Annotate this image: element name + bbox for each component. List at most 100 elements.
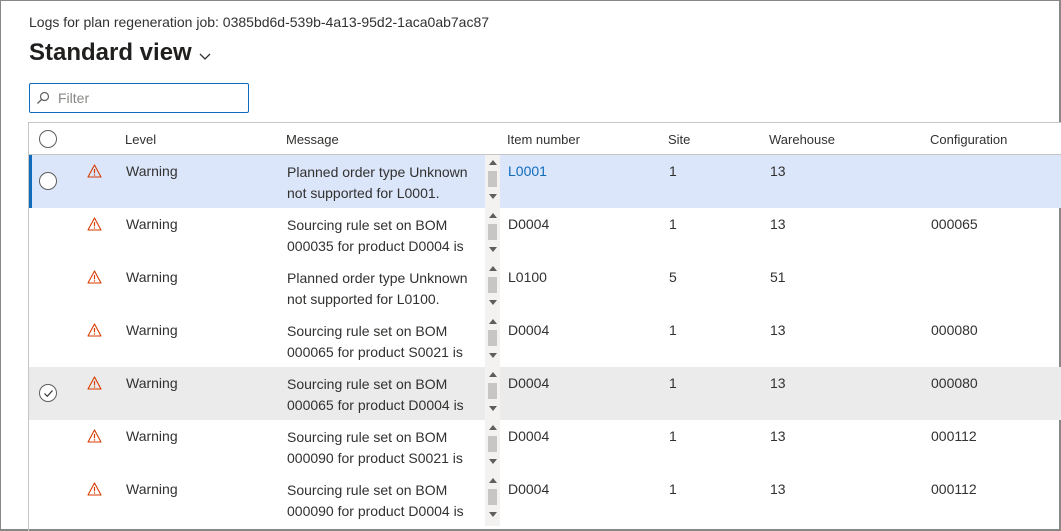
scroll-thumb[interactable] bbox=[488, 224, 497, 240]
scroll-up-icon[interactable] bbox=[489, 213, 497, 218]
scroll-thumb[interactable] bbox=[488, 383, 497, 399]
warning-icon bbox=[87, 482, 102, 496]
warehouse-cell: 13 bbox=[770, 216, 786, 232]
level-cell: Warning bbox=[126, 269, 178, 285]
page-caption: Logs for plan regeneration job: 0385bd6d… bbox=[29, 14, 490, 30]
scroll-down-icon[interactable] bbox=[489, 353, 497, 358]
warehouse-cell: 51 bbox=[770, 269, 786, 285]
page-title: Standard view bbox=[29, 39, 192, 66]
warehouse-cell: 13 bbox=[770, 375, 786, 391]
configuration-cell: 000065 bbox=[931, 216, 978, 232]
view-selector[interactable]: Standard view bbox=[29, 39, 212, 67]
scroll-down-icon[interactable] bbox=[489, 459, 497, 464]
message-cell: Sourcing rule set on BOM 000065 for prod… bbox=[287, 323, 463, 360]
message-scrollbar[interactable] bbox=[485, 367, 500, 420]
table-row[interactable]: Warning Sourcing rule set on BOM 000035 f… bbox=[29, 208, 1061, 261]
table-row[interactable]: Warning Sourcing rule set on BOM 000065 f… bbox=[29, 367, 1061, 420]
message-cell: Planned order type Unknown not supported… bbox=[287, 270, 468, 307]
filter-input[interactable] bbox=[56, 89, 236, 107]
item-number-cell: D0004 bbox=[508, 375, 550, 391]
column-header-message[interactable]: Message bbox=[286, 132, 339, 147]
search-icon bbox=[37, 91, 50, 104]
scroll-thumb[interactable] bbox=[488, 277, 497, 293]
message-scrollbar[interactable] bbox=[485, 155, 500, 208]
select-all-radio[interactable] bbox=[39, 130, 57, 148]
table-row[interactable]: Warning Sourcing rule set on BOM 000065 f… bbox=[29, 314, 1061, 367]
scroll-up-icon[interactable] bbox=[489, 478, 497, 483]
scroll-thumb[interactable] bbox=[488, 171, 497, 187]
message-scrollbar[interactable] bbox=[485, 420, 500, 473]
scroll-down-icon[interactable] bbox=[489, 194, 497, 199]
scroll-up-icon[interactable] bbox=[489, 372, 497, 377]
log-grid: Level Message Item number Site Warehouse… bbox=[28, 122, 1061, 531]
message-scrollbar[interactable] bbox=[485, 473, 500, 526]
scroll-down-icon[interactable] bbox=[489, 406, 497, 411]
warehouse-cell: 13 bbox=[770, 163, 786, 179]
level-cell: Warning bbox=[126, 163, 178, 179]
scroll-down-icon[interactable] bbox=[489, 247, 497, 252]
table-row[interactable]: Warning Planned order type Unknown not su… bbox=[29, 261, 1061, 314]
warning-icon bbox=[87, 376, 102, 390]
table-row[interactable]: Warning Sourcing rule set on BOM 000090 f… bbox=[29, 473, 1061, 526]
message-cell: Sourcing rule set on BOM 000090 for prod… bbox=[287, 482, 464, 519]
scroll-down-icon[interactable] bbox=[489, 300, 497, 305]
site-cell: 1 bbox=[669, 322, 677, 338]
warning-icon bbox=[87, 270, 102, 284]
warehouse-cell: 13 bbox=[770, 428, 786, 444]
row-select-radio[interactable] bbox=[39, 172, 57, 190]
scroll-thumb[interactable] bbox=[488, 330, 497, 346]
row-select-checkmark[interactable] bbox=[39, 384, 57, 402]
site-cell: 1 bbox=[669, 163, 677, 179]
scroll-up-icon[interactable] bbox=[489, 319, 497, 324]
site-cell: 1 bbox=[669, 375, 677, 391]
warehouse-cell: 13 bbox=[770, 481, 786, 497]
warning-icon bbox=[87, 323, 102, 337]
scroll-up-icon[interactable] bbox=[489, 266, 497, 271]
configuration-cell: 000112 bbox=[931, 481, 977, 497]
scroll-up-icon[interactable] bbox=[489, 425, 497, 430]
column-header-site[interactable]: Site bbox=[668, 132, 690, 147]
scroll-thumb[interactable] bbox=[488, 489, 497, 505]
scroll-up-icon[interactable] bbox=[489, 160, 497, 165]
filter-box[interactable] bbox=[29, 83, 249, 113]
scroll-thumb[interactable] bbox=[488, 436, 497, 452]
level-cell: Warning bbox=[126, 481, 178, 497]
grid-header: Level Message Item number Site Warehouse… bbox=[29, 123, 1061, 155]
column-header-configuration[interactable]: Configuration bbox=[930, 132, 1007, 147]
level-cell: Warning bbox=[126, 375, 178, 391]
message-scrollbar[interactable] bbox=[485, 208, 500, 261]
site-cell: 1 bbox=[669, 428, 677, 444]
item-number-cell: D0004 bbox=[508, 322, 550, 338]
scroll-down-icon[interactable] bbox=[489, 512, 497, 517]
column-header-level[interactable]: Level bbox=[125, 132, 156, 147]
site-cell: 1 bbox=[669, 216, 677, 232]
warning-icon bbox=[87, 429, 102, 443]
column-header-warehouse[interactable]: Warehouse bbox=[769, 132, 835, 147]
column-header-item-number[interactable]: Item number bbox=[507, 132, 580, 147]
message-scrollbar[interactable] bbox=[485, 314, 500, 367]
warehouse-cell: 13 bbox=[770, 322, 786, 338]
configuration-cell: 000112 bbox=[931, 428, 977, 444]
configuration-cell: 000080 bbox=[931, 375, 978, 391]
message-cell: Sourcing rule set on BOM 000035 for prod… bbox=[287, 217, 464, 254]
site-cell: 1 bbox=[669, 481, 677, 497]
warning-icon bbox=[87, 164, 102, 178]
item-number-cell: D0004 bbox=[508, 481, 550, 497]
level-cell: Warning bbox=[126, 322, 178, 338]
table-row[interactable]: Warning Planned order type Unknown not su… bbox=[29, 155, 1061, 208]
message-scrollbar[interactable] bbox=[485, 261, 500, 314]
message-cell: Sourcing rule set on BOM 000090 for prod… bbox=[287, 429, 463, 466]
level-cell: Warning bbox=[126, 216, 178, 232]
configuration-cell: 000080 bbox=[931, 322, 978, 338]
item-number-cell: D0004 bbox=[508, 216, 550, 232]
item-number-cell: L0100 bbox=[508, 269, 547, 285]
level-cell: Warning bbox=[126, 428, 178, 444]
message-cell: Planned order type Unknown not supported… bbox=[287, 164, 468, 201]
checkmark-icon bbox=[44, 390, 53, 398]
table-row[interactable]: Warning Sourcing rule set on BOM 000090 f… bbox=[29, 420, 1061, 473]
warning-icon bbox=[87, 217, 102, 231]
item-number-link[interactable]: L0001 bbox=[508, 163, 547, 179]
item-number-cell: D0004 bbox=[508, 428, 550, 444]
message-cell: Sourcing rule set on BOM 000065 for prod… bbox=[287, 376, 464, 413]
site-cell: 5 bbox=[669, 269, 677, 285]
